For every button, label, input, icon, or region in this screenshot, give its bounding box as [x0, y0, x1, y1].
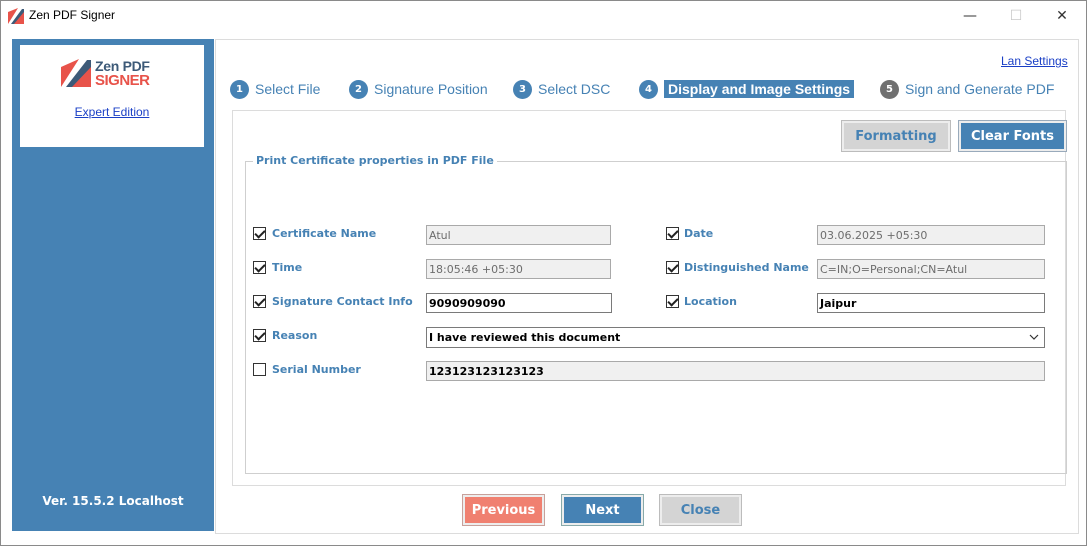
step-label: Select DSC [538, 81, 611, 97]
sidebar: Zen PDF SIGNER Expert Edition Ver. 15.5.… [12, 39, 214, 531]
logo-text-signer: SIGNER [95, 72, 150, 89]
expert-edition-link[interactable]: Expert Edition [20, 105, 204, 119]
location-input[interactable]: Jaipur [817, 293, 1045, 313]
app-logo-icon [8, 8, 24, 24]
date-field: 03.06.2025 +05:30 [817, 225, 1045, 245]
serial-number-field: 123123123123123 [426, 361, 1045, 381]
reason-checkbox[interactable] [253, 329, 266, 342]
step-label: Select File [255, 81, 321, 97]
distinguished-name-label: Distinguished Name [684, 261, 809, 274]
time-label: Time [272, 261, 303, 274]
group-title: Print Certificate properties in PDF File [253, 154, 497, 167]
app-window: Zen PDF Signer — ☐ ✕ Zen PDF SIGNER Expe… [0, 0, 1087, 546]
window-title: Zen PDF Signer [29, 8, 116, 22]
maximize-icon: ☐ [1009, 8, 1023, 24]
certificate-name-field: Atul [426, 225, 611, 245]
step-number: 2 [349, 79, 368, 99]
step-select-file[interactable]: 1 Select File [230, 79, 320, 99]
signature-contact-info-input[interactable]: 9090909090 [426, 293, 612, 313]
step-number: 3 [513, 79, 532, 99]
close-window-button[interactable]: ✕ [1039, 1, 1085, 31]
minimize-icon: — [963, 8, 977, 24]
signature-contact-info-checkbox[interactable] [253, 295, 266, 308]
formatting-button[interactable]: Formatting [841, 120, 951, 152]
location-label: Location [684, 295, 737, 308]
zen-pdf-logo-icon [61, 59, 91, 87]
time-checkbox[interactable] [253, 261, 266, 274]
step-label: Signature Position [374, 81, 488, 97]
previous-button[interactable]: Previous [462, 494, 545, 526]
close-icon: ✕ [1056, 8, 1068, 24]
chevron-down-icon [1029, 334, 1039, 340]
step-sign-generate-pdf[interactable]: 5 Sign and Generate PDF [880, 79, 1054, 99]
main-panel: Lan Settings 1 Select File 2 Signature P… [215, 39, 1079, 534]
step-number: 5 [880, 79, 899, 99]
title-bar: Zen PDF Signer — ☐ ✕ [1, 1, 1086, 31]
clear-fonts-button[interactable]: Clear Fonts [958, 120, 1067, 152]
settings-panel: Formatting Clear Fonts Print Certificate… [232, 110, 1067, 486]
step-label-active: Display and Image Settings [664, 80, 855, 98]
lan-settings-link[interactable]: Lan Settings [1001, 54, 1068, 68]
step-display-image-settings[interactable]: 4 Display and Image Settings [639, 79, 855, 99]
step-select-dsc[interactable]: 3 Select DSC [513, 79, 610, 99]
location-checkbox[interactable] [666, 295, 679, 308]
serial-number-label: Serial Number [272, 363, 361, 376]
version-label: Ver. 15.5.2 Localhost [42, 494, 184, 508]
certificate-name-checkbox[interactable] [253, 227, 266, 240]
step-number: 1 [230, 79, 249, 99]
serial-number-checkbox[interactable] [253, 363, 266, 376]
close-button[interactable]: Close [659, 494, 742, 526]
date-checkbox[interactable] [666, 227, 679, 240]
signature-contact-info-label: Signature Contact Info [272, 295, 413, 308]
certificate-name-label: Certificate Name [272, 227, 377, 240]
step-signature-position[interactable]: 2 Signature Position [349, 79, 488, 99]
step-number: 4 [639, 79, 658, 99]
reason-dropdown[interactable]: I have reviewed this document [426, 327, 1045, 348]
reason-selected-value: I have reviewed this document [429, 331, 621, 344]
date-label: Date [684, 227, 714, 240]
logo-panel: Zen PDF SIGNER Expert Edition [20, 45, 204, 147]
distinguished-name-checkbox[interactable] [666, 261, 679, 274]
maximize-button[interactable]: ☐ [993, 1, 1039, 31]
distinguished-name-field: C=IN;O=Personal;CN=Atul [817, 259, 1045, 279]
reason-label: Reason [272, 329, 318, 342]
time-field: 18:05:46 +05:30 [426, 259, 611, 279]
certificate-properties-group: Print Certificate properties in PDF File… [245, 154, 1067, 474]
minimize-button[interactable]: — [947, 1, 993, 31]
next-button[interactable]: Next [561, 494, 644, 526]
step-label: Sign and Generate PDF [905, 81, 1055, 97]
